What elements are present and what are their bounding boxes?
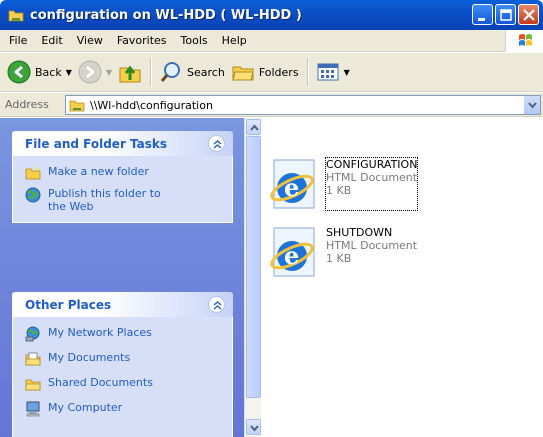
- task-make-new-folder[interactable]: Make a new folder: [25, 165, 232, 181]
- place-label: Shared Documents: [48, 376, 153, 389]
- task-publish-web[interactable]: Publish this folder to the Web: [25, 187, 232, 213]
- network-places-icon: [25, 326, 40, 342]
- close-button[interactable]: [518, 4, 539, 25]
- windows-flag-icon: [519, 34, 532, 46]
- title-bar[interactable]: configuration on WL-HDD ( WL-HDD ): [0, 0, 543, 30]
- scroll-up-icon: [250, 124, 259, 131]
- file-size: 1 KB: [326, 184, 352, 197]
- file-folder-tasks-header[interactable]: File and Folder Tasks: [12, 131, 233, 156]
- my-computer-icon: [26, 401, 40, 417]
- place-computer[interactable]: My Computer: [25, 401, 232, 417]
- menu-view[interactable]: View: [70, 30, 110, 52]
- file-item-shutdown[interactable]: e SHUTDOWN HTML Document 1 KB: [268, 226, 417, 278]
- menu-bar: File Edit View Favorites Tools Help: [0, 30, 543, 52]
- up-folder-icon: [119, 65, 141, 83]
- toolbar-separator: [150, 58, 152, 86]
- other-places-panel: Other Places My Network Places My Docume…: [12, 292, 233, 437]
- scroll-down-button[interactable]: [246, 419, 261, 435]
- chevron-up-icon: [213, 140, 222, 149]
- place-documents[interactable]: My Documents: [25, 351, 232, 367]
- new-folder-icon: [25, 166, 41, 180]
- address-input[interactable]: \\Wl-hdd\configuration: [65, 95, 541, 115]
- panel-title: File and Folder Tasks: [25, 136, 168, 151]
- folders-label: Folders: [258, 65, 299, 79]
- maximize-icon: [500, 9, 512, 21]
- minimize-button[interactable]: [472, 4, 493, 25]
- svg-text:e: e: [284, 173, 299, 202]
- address-bar: Address \\Wl-hdd\configuration: [0, 93, 543, 117]
- place-shared[interactable]: Shared Documents: [25, 376, 232, 392]
- file-folder-tasks-panel: File and Folder Tasks Make a new folder …: [12, 131, 233, 223]
- my-documents-icon: [25, 352, 41, 366]
- back-arrow-icon: [7, 60, 31, 84]
- ie-document-icon: e: [270, 227, 315, 277]
- menu-file[interactable]: File: [2, 30, 34, 52]
- collapse-button[interactable]: [208, 296, 225, 313]
- task-pane: File and Folder Tasks Make a new folder …: [0, 118, 244, 437]
- file-name: SHUTDOWN: [326, 226, 393, 239]
- file-info: SHUTDOWN HTML Document 1 KB: [326, 226, 417, 278]
- back-label: Back: [35, 65, 62, 79]
- menu-edit[interactable]: Edit: [34, 30, 69, 52]
- views-icon: [317, 63, 339, 81]
- file-info: CONFIGURATION HTML Document 1 KB: [324, 157, 419, 211]
- panel-body: Make a new folder Publish this folder to…: [12, 156, 233, 223]
- minimize-icon: [478, 18, 485, 21]
- forward-arrow-icon: [78, 60, 102, 84]
- file-item-configuration[interactable]: e CONFIGURATION HTML Document 1 KB: [268, 157, 419, 211]
- publish-web-icon: [25, 187, 41, 203]
- network-folder-icon: [8, 10, 24, 22]
- svg-text:e: e: [284, 241, 299, 270]
- address-value: \\Wl-hdd\configuration: [90, 98, 213, 112]
- place-network[interactable]: My Network Places: [25, 326, 232, 342]
- file-size: 1 KB: [326, 252, 352, 265]
- shared-documents-icon: [25, 379, 41, 391]
- file-list-view[interactable]: e CONFIGURATION HTML Document 1 KB e SHU…: [262, 118, 543, 437]
- file-type: HTML Document: [326, 171, 418, 184]
- menu-help[interactable]: Help: [215, 30, 254, 52]
- file-name: CONFIGURATION: [326, 158, 418, 171]
- menu-tools[interactable]: Tools: [174, 30, 215, 52]
- chevron-up-icon: [213, 301, 222, 310]
- views-button[interactable]: ▼: [313, 55, 353, 89]
- file-type: HTML Document: [326, 239, 418, 252]
- menu-favorites[interactable]: Favorites: [110, 30, 174, 52]
- toolbar-separator: [306, 58, 308, 86]
- place-label: My Documents: [48, 351, 131, 364]
- search-label: Search: [187, 65, 225, 79]
- close-icon: [523, 9, 535, 21]
- folders-icon: [232, 66, 254, 81]
- forward-button[interactable]: ▼: [75, 55, 115, 89]
- network-folder-icon: [69, 100, 85, 112]
- scroll-up-button[interactable]: [246, 119, 261, 135]
- task-label: Publish this folder to the Web: [48, 187, 161, 213]
- search-icon: [160, 62, 181, 82]
- address-label: Address: [5, 98, 49, 111]
- task-label: Make a new folder: [48, 165, 149, 178]
- back-dropdown-icon[interactable]: ▼: [66, 68, 72, 77]
- panel-title: Other Places: [25, 297, 112, 312]
- taskpane-scrollbar[interactable]: [244, 118, 261, 437]
- scroll-thumb[interactable]: [246, 136, 261, 398]
- place-label: My Computer: [48, 401, 123, 414]
- chevron-down-icon: [528, 102, 537, 109]
- folders-button[interactable]: Folders: [228, 55, 302, 89]
- maximize-button[interactable]: [495, 4, 516, 25]
- place-label: My Network Places: [48, 326, 152, 339]
- back-button[interactable]: Back ▼: [4, 55, 75, 89]
- toolbar: Back ▼ ▼ Search Folders ▼: [0, 53, 543, 92]
- ie-document-icon: e: [270, 159, 315, 209]
- up-button[interactable]: [115, 55, 145, 89]
- address-dropdown-button[interactable]: [523, 96, 540, 114]
- windows-logo: [505, 30, 543, 52]
- views-dropdown-icon[interactable]: ▼: [344, 68, 350, 77]
- panel-body: My Network Places My Documents Shared Do…: [12, 317, 233, 437]
- window-title: configuration on WL-HDD ( WL-HDD ): [30, 7, 302, 23]
- other-places-header[interactable]: Other Places: [12, 292, 233, 317]
- forward-dropdown-icon[interactable]: ▼: [106, 68, 112, 77]
- scroll-down-icon: [250, 425, 259, 432]
- collapse-button[interactable]: [208, 135, 225, 152]
- search-button[interactable]: Search: [156, 55, 228, 89]
